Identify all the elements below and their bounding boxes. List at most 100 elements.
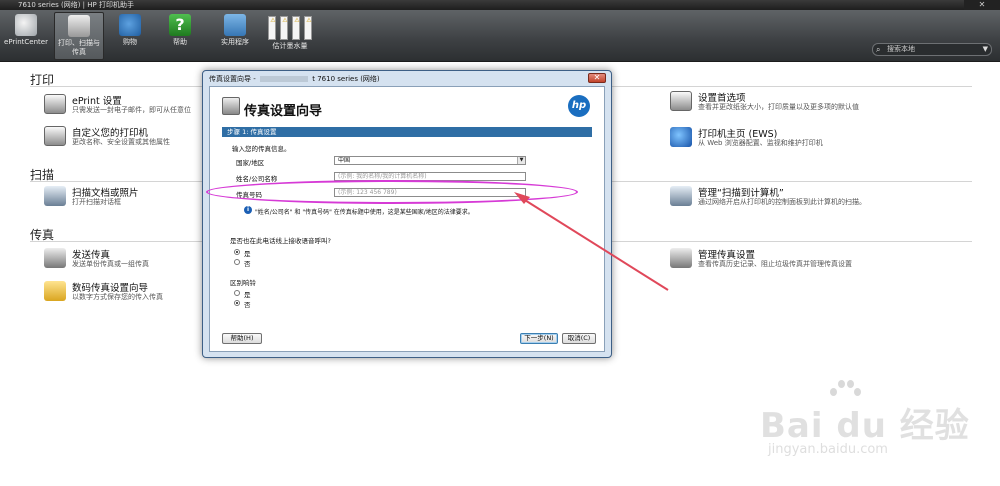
highlight-ellipse	[206, 180, 578, 204]
printer-homepage-desc: 从 Web 浏览器配置、监视和维护打印机	[698, 139, 823, 147]
country-label: 国家/地区	[236, 159, 265, 167]
customize-printer-desc: 更改名称、安全设置或其他属性	[72, 138, 170, 146]
manage-fax-desc: 查看传真历史记录、阻止垃圾传真并管理传真设置	[698, 260, 852, 268]
section-divider	[612, 241, 972, 242]
manage-fax-settings-item[interactable]: 管理传真设置 查看传真历史记录、阻止垃圾传真并管理传真设置	[670, 247, 930, 269]
ink-warning-icon	[280, 16, 289, 40]
next-button[interactable]: 下一步(N)	[520, 333, 558, 344]
watermark-logo: Bai du 经验	[760, 406, 970, 446]
section-divider	[30, 241, 202, 242]
app-window: 7610 series (网络) | HP 打印机助手 ✕ ePrintCent…	[0, 0, 1000, 486]
search-icon: ⌕	[876, 45, 881, 54]
dialog-heading: 传真设置向导	[244, 104, 323, 119]
voice-calls-question: 是否也在此电话线上接收语音呼叫?	[230, 237, 331, 245]
country-select[interactable]: 中国 ▼	[334, 156, 526, 165]
set-preferences-desc: 查看并更改纸张大小，打印质量以及更多项的默认值	[698, 103, 859, 111]
toolbar-tools-button[interactable]: 实用程序	[214, 12, 256, 60]
window-title: 7610 series (网络) | HP 打印机助手	[18, 1, 134, 9]
ring-no-label: 否	[244, 301, 251, 309]
section-divider	[30, 86, 202, 87]
dialog-title: 传真设置向导 - t 7610 series (网络)	[209, 74, 380, 84]
form-intro: 输入您的传真信息。	[232, 145, 291, 153]
computer-scan-icon	[670, 186, 692, 206]
ink-warning-icon	[304, 16, 313, 40]
toolbar-shop-label: 购物	[123, 38, 137, 46]
eprint-setup-item[interactable]: ePrint 设置 只需发送一封电子邮件，即可从任意位	[44, 93, 204, 115]
digital-fax-desc: 以数字方式保存您的传入传真	[72, 293, 163, 301]
distinctive-ring-question: 区别响铃	[230, 279, 256, 287]
folder-fax-icon	[44, 281, 66, 301]
ring-yes-label: 是	[244, 291, 251, 299]
send-fax-desc: 发送单份传真或一组传真	[72, 260, 149, 268]
voice-no-radio[interactable]	[234, 259, 240, 265]
toolbar-print-label: 打印、扫描与传真	[58, 39, 100, 56]
ink-warning-icon	[268, 16, 277, 40]
toolbar-print-scan-fax-button[interactable]: 打印、扫描与传真	[54, 12, 104, 60]
search-placeholder: 搜索本地	[887, 45, 915, 53]
printer-icon	[670, 91, 692, 111]
step-header: 步骤 1: 传真设置	[222, 127, 592, 137]
help-icon: ?	[169, 14, 191, 36]
toolbar-eprint-label: ePrintCenter	[4, 38, 48, 46]
digital-fax-wizard-item[interactable]: 数码传真设置向导 以数字方式保存您的传入传真	[44, 280, 204, 302]
cancel-button[interactable]: 取消(C)	[562, 333, 596, 344]
chevron-down-icon: ▼	[517, 157, 525, 164]
hp-logo-icon: hp	[568, 95, 590, 117]
shopping-icon	[119, 14, 141, 36]
toolbar-help-button[interactable]: ? 帮助	[160, 12, 200, 60]
search-input[interactable]: ⌕ 搜索本地 ▼	[872, 43, 992, 56]
toolbar-ink-button[interactable]: 估计墨水量	[264, 12, 316, 60]
ink-warning-icon	[292, 16, 301, 40]
toolbar-help-label: 帮助	[173, 38, 187, 46]
fax-icon	[44, 248, 66, 268]
toolbar-ink-label: 估计墨水量	[272, 42, 308, 50]
country-value: 中国	[338, 157, 351, 164]
name-label: 姓名/公司名称	[236, 175, 278, 183]
toolbar-shop-button[interactable]: 购物	[110, 12, 150, 60]
ring-no-radio[interactable]	[234, 300, 240, 306]
manage-scan-desc: 通过网络开启从打印机的控制面板到此计算机的扫描。	[698, 198, 866, 206]
title-bar: 7610 series (网络) | HP 打印机助手 ✕	[0, 0, 1000, 10]
eprint-icon	[15, 14, 37, 36]
printer-icon	[44, 126, 66, 146]
scanner-icon	[44, 186, 66, 206]
section-divider	[30, 181, 202, 182]
scan-document-item[interactable]: 扫描文档或照片 打开扫描对话框	[44, 185, 204, 207]
redacted-text	[260, 76, 308, 82]
send-fax-item[interactable]: 发送传真 发送单份传真或一组传真	[44, 247, 204, 269]
dialog-close-button[interactable]: ✕	[588, 73, 606, 83]
dialog-header: 传真设置向导 hp	[210, 87, 604, 123]
section-divider	[612, 181, 972, 182]
tools-icon	[224, 14, 246, 36]
fax-wizard-icon	[222, 97, 240, 115]
globe-icon	[670, 127, 692, 147]
printer-icon	[68, 15, 90, 37]
dialog-title-prefix: 传真设置向导 -	[209, 75, 256, 83]
fax-setup-dialog: 传真设置向导 - t 7610 series (网络) ✕ 传真设置向导 hp …	[202, 70, 612, 358]
voice-yes-radio[interactable]	[234, 249, 240, 255]
manage-scan-to-computer-item[interactable]: 管理“扫描到计算机” 通过网络开启从打印机的控制面板到此计算机的扫描。	[670, 185, 950, 207]
help-button[interactable]: 帮助(H)	[222, 333, 262, 344]
customize-printer-item[interactable]: 自定义您的打印机 更改名称、安全设置或其他属性	[44, 125, 204, 147]
name-placeholder: (示例: 我的名称/我的计算机名称)	[338, 173, 427, 180]
watermark-url: jingyan.baidu.com	[768, 442, 888, 457]
fax-icon	[670, 248, 692, 268]
ring-yes-radio[interactable]	[234, 290, 240, 296]
watermark: Bai du 经验 jingyan.baidu.com	[760, 380, 990, 480]
toolbar-tools-label: 实用程序	[221, 38, 249, 46]
voice-yes-label: 是	[244, 250, 251, 258]
legal-info-text: "姓名/公司名" 和 "传真号码" 在传真标题中使用，这是某些国家/地区的法律要…	[255, 209, 474, 216]
scan-document-desc: 打开扫描对话框	[72, 198, 121, 206]
section-divider	[612, 86, 972, 87]
set-preferences-item[interactable]: 设置首选项 查看并更改纸张大小，打印质量以及更多项的默认值	[670, 90, 930, 112]
chevron-down-icon[interactable]: ▼	[983, 44, 988, 55]
voice-no-label: 否	[244, 260, 251, 268]
dialog-title-suffix: t 7610 series (网络)	[312, 75, 380, 83]
printer-icon	[44, 94, 66, 114]
eprint-setup-desc: 只需发送一封电子邮件，即可从任意位	[72, 106, 191, 114]
toolbar: ePrintCenter 打印、扫描与传真 购物 ? 帮助 实用程序 估计墨水量…	[0, 10, 1000, 62]
toolbar-eprint-button[interactable]: ePrintCenter	[4, 12, 48, 60]
close-window-button[interactable]: ✕	[964, 0, 1000, 10]
info-icon: i	[244, 206, 252, 214]
printer-homepage-item[interactable]: 打印机主页 (EWS) 从 Web 浏览器配置、监视和维护打印机	[670, 126, 930, 148]
